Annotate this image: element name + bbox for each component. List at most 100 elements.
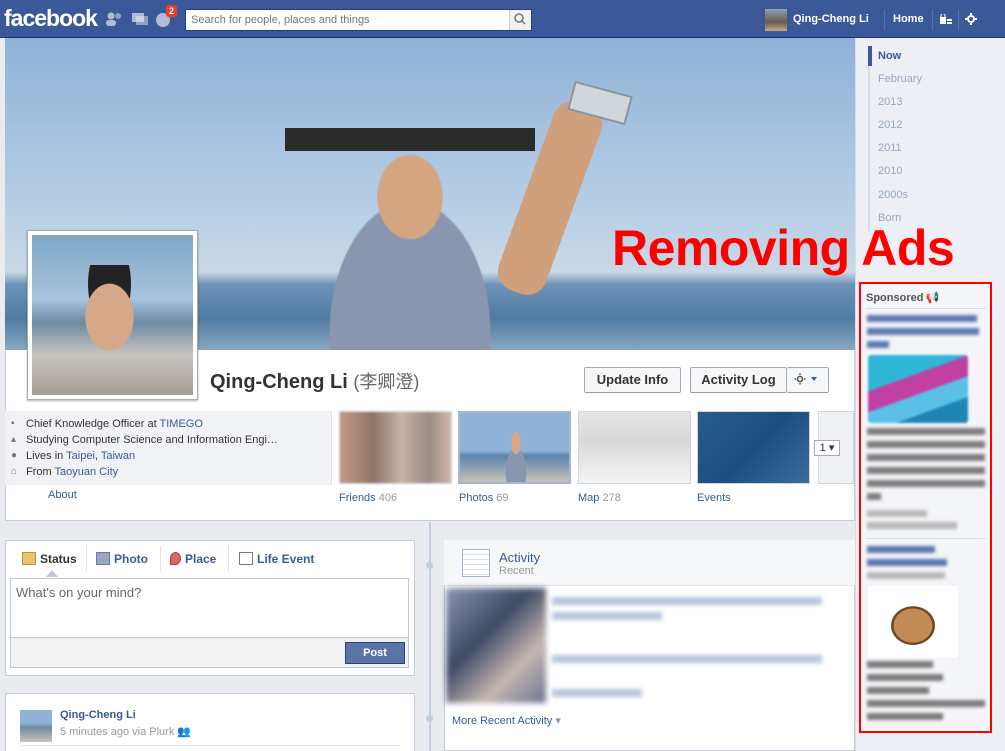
profile-options-button[interactable] <box>787 367 829 393</box>
ad-1-body <box>867 428 985 435</box>
tab-place[interactable]: Place <box>170 552 216 566</box>
photo-icon <box>96 552 110 565</box>
scrubber-item-2011[interactable]: 2011 <box>878 142 902 154</box>
life-event-book-icon <box>239 552 253 565</box>
info-hometown-text: From <box>26 466 55 478</box>
nav-profile-link[interactable]: Qing-Cheng Li <box>793 13 869 25</box>
events-thumbnail[interactable] <box>697 411 810 484</box>
about-link[interactable]: About <box>48 489 77 501</box>
ad-1-image[interactable] <box>868 355 968 423</box>
timeline-post <box>5 693 415 751</box>
scrubber-item-2010[interactable]: 2010 <box>878 165 902 177</box>
home-pin-icon: ● <box>11 450 18 461</box>
photos-app-label[interactable]: Photos 69 <box>459 492 509 504</box>
megaphone-icon[interactable]: 📢 <box>925 292 939 304</box>
ad-1-body <box>867 467 985 474</box>
ad-2-title[interactable] <box>867 559 947 566</box>
employer-link[interactable]: TIMEGO <box>160 418 203 430</box>
info-hometown: ⌂ From Taoyuan City <box>11 466 119 478</box>
friends-count: 406 <box>378 492 398 504</box>
update-info-button[interactable]: Update Info <box>584 367 681 393</box>
friends-app-label[interactable]: Friends 406 <box>339 492 397 504</box>
audience-friends-icon[interactable]: 👥 <box>177 726 191 738</box>
tab-photo[interactable]: Photo <box>96 552 148 566</box>
messages-icon[interactable] <box>130 10 150 28</box>
map-app-label[interactable]: Map 278 <box>578 492 621 504</box>
privacy-shortcuts-icon[interactable] <box>940 14 952 25</box>
ad-1-likes <box>867 510 927 517</box>
profile-name: Qing-Cheng Li (李卿澄) <box>210 368 419 394</box>
nav-home-link[interactable]: Home <box>893 13 924 25</box>
apps-pager-select[interactable]: 1 ▾ <box>814 440 840 456</box>
notification-count-badge: 2 <box>166 5 178 17</box>
profile-name-alternate: (李卿澄) <box>353 372 420 392</box>
tab-status[interactable]: Status <box>22 552 77 566</box>
activity-subtitle: Recent <box>499 565 534 577</box>
tab-life-event[interactable]: Life Event <box>239 552 314 566</box>
profile-picture[interactable] <box>27 230 198 400</box>
photos-count: 69 <box>496 492 509 504</box>
more-recent-activity-label: More Recent Activity <box>452 715 553 727</box>
map-count: 278 <box>602 492 621 504</box>
ad-2-title[interactable] <box>867 546 935 553</box>
activity-log-button[interactable]: Activity Log <box>690 367 787 393</box>
events-label: Events <box>697 492 731 504</box>
ad-1-title[interactable] <box>867 341 889 348</box>
photos-label: Photos <box>459 492 494 504</box>
search-box <box>185 9 532 31</box>
post-author-link[interactable]: Qing-Cheng Li <box>60 709 136 721</box>
tab-life-event-label: Life Event <box>257 552 315 566</box>
sponsored-header: Sponsored 📢 <box>866 291 939 304</box>
activity-blurred-text <box>552 612 662 620</box>
friends-thumbnail[interactable] <box>339 411 452 484</box>
photos-thumbnail[interactable] <box>458 411 571 484</box>
ad-divider <box>866 538 986 539</box>
activity-blurred-photo[interactable] <box>446 588 546 703</box>
info-education-text: Studying Computer Science and Informatio… <box>26 434 278 446</box>
nav-divider <box>932 10 933 30</box>
account-settings-gear-icon[interactable] <box>965 13 977 25</box>
gear-dropdown-icon <box>794 373 817 385</box>
scrubber-item-2000s[interactable]: 2000s <box>878 189 908 201</box>
post-button[interactable]: Post <box>345 642 405 664</box>
post-divider <box>20 745 400 746</box>
info-work-text: Chief Knowledge Officer at <box>26 418 160 430</box>
post-author-avatar[interactable] <box>20 710 52 742</box>
search-button[interactable] <box>509 10 531 30</box>
scrubber-item-2013[interactable]: 2013 <box>878 96 902 108</box>
friend-requests-icon[interactable] <box>104 10 124 28</box>
map-thumbnail[interactable] <box>578 411 691 484</box>
sponsored-label: Sponsored <box>866 292 924 304</box>
scrubber-item-2012[interactable]: 2012 <box>878 119 902 131</box>
events-app-label[interactable]: Events <box>697 492 731 504</box>
ad-1-likes <box>867 522 957 529</box>
status-pencil-icon <box>22 552 36 565</box>
ad-2-body <box>867 713 943 720</box>
ad-1-title[interactable] <box>867 328 979 335</box>
ad-2-image[interactable] <box>868 586 958 658</box>
tab-place-label: Place <box>185 552 217 566</box>
activity-blurred-text <box>552 689 642 697</box>
facebook-logo[interactable]: facebook <box>4 5 98 32</box>
tab-divider <box>228 546 229 572</box>
ad-2-body <box>867 687 929 694</box>
city-link[interactable]: Taipei <box>66 450 95 462</box>
top-navigation-bar: facebook 2 Qing-Cheng Li Home <box>0 0 1005 38</box>
nav-avatar[interactable] <box>765 9 787 31</box>
more-recent-activity-link[interactable]: More Recent Activity ▾ <box>452 714 561 727</box>
search-icon <box>514 13 526 25</box>
scrubber-active-indicator <box>868 46 872 66</box>
scrubber-item-february[interactable]: February <box>878 73 922 85</box>
friends-label: Friends <box>339 492 376 504</box>
ad-1-body <box>867 454 985 461</box>
ad-2-body <box>867 661 933 668</box>
scrubber-item-now[interactable]: Now <box>878 50 901 62</box>
status-input[interactable]: What's on your mind? <box>10 578 409 637</box>
graduation-cap-icon: ▴ <box>11 434 17 445</box>
search-input[interactable] <box>186 10 506 30</box>
ad-1-body <box>867 493 881 500</box>
activity-title-link[interactable]: Activity <box>499 550 540 565</box>
hometown-link[interactable]: Taoyuan City <box>55 466 119 478</box>
ad-1-title[interactable] <box>867 315 977 322</box>
country-link[interactable]: Taiwan <box>101 450 135 462</box>
